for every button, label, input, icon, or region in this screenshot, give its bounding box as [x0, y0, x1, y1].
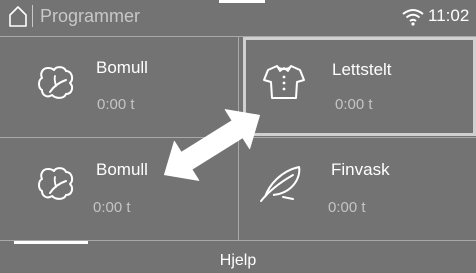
page-title: Programmer: [40, 6, 141, 26]
program-tile-lettstelt[interactable]: Lettstelt 0:00 t: [243, 37, 476, 136]
program-duration: 0:00 t: [335, 96, 373, 113]
top-bar: Programmer 11:02: [0, 0, 476, 32]
program-name: Bomull: [96, 160, 148, 179]
help-button[interactable]: Hjelp: [0, 246, 476, 273]
program-duration: 0:00 t: [97, 96, 135, 113]
clock: 11:02: [428, 6, 470, 25]
program-name: Finvask: [331, 160, 390, 179]
title-separator: [32, 5, 33, 27]
top-pull-indicator[interactable]: [219, 0, 265, 3]
page-indicator: [14, 241, 88, 244]
wifi-icon: [402, 9, 424, 26]
help-label: Hjelp: [219, 252, 257, 269]
cotton-icon: [38, 167, 74, 200]
program-name: Lettstelt: [332, 60, 392, 79]
cotton-icon: [38, 66, 74, 99]
program-duration: 0:00 t: [328, 199, 366, 216]
program-name: Bomull: [96, 58, 148, 77]
home-icon[interactable]: [8, 5, 28, 27]
swap-arrow-icon[interactable]: [152, 100, 272, 190]
program-tile-finvask[interactable]: Finvask 0:00 t: [243, 141, 473, 231]
shirt-icon: [263, 65, 305, 99]
program-duration: 0:00 t: [93, 199, 131, 216]
